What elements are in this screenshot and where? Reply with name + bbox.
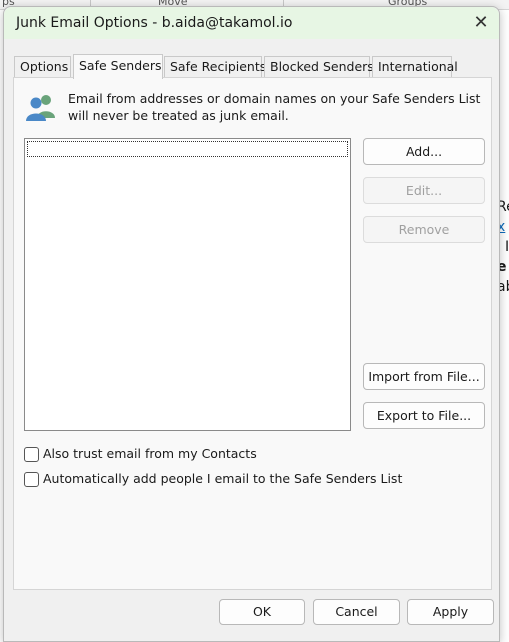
edit-button[interactable]: Edit... — [363, 177, 485, 204]
auto-add-label[interactable]: Automatically add people I email to the … — [43, 471, 402, 486]
tab-safe-recipients[interactable]: Safe Recipients — [164, 56, 266, 78]
safe-senders-list[interactable] — [24, 138, 351, 431]
export-to-file-button[interactable]: Export to File... — [363, 402, 485, 429]
trust-contacts-checkbox[interactable] — [24, 447, 39, 462]
add-button[interactable]: Add... — [363, 138, 485, 165]
reading-pane-text: I — [505, 239, 509, 255]
tab-options[interactable]: Options — [14, 56, 71, 78]
tab-international[interactable]: International — [372, 56, 458, 78]
description-text: Email from addresses or domain names on … — [68, 91, 481, 123]
title-bar[interactable]: Junk Email Options - b.aida@takamol.io ✕ — [4, 7, 499, 39]
trust-contacts-label[interactable]: Also trust email from my Contacts — [43, 446, 257, 461]
dialog-title: Junk Email Options - b.aida@takamol.io — [16, 15, 293, 31]
import-from-file-button[interactable]: Import from File... — [363, 363, 485, 390]
tab-blocked-senders[interactable]: Blocked Senders — [264, 56, 374, 78]
cancel-button[interactable]: Cancel — [313, 599, 400, 625]
safe-senders-panel: Email from addresses or domain names on … — [13, 77, 492, 590]
people-icon — [26, 95, 55, 121]
auto-add-checkbox[interactable] — [24, 472, 39, 487]
ok-button[interactable]: OK — [219, 599, 305, 625]
junk-email-options-dialog: Junk Email Options - b.aida@takamol.io ✕… — [3, 6, 500, 642]
apply-button[interactable]: Apply — [407, 599, 494, 625]
remove-button[interactable]: Remove — [363, 216, 485, 243]
close-icon[interactable]: ✕ — [467, 10, 495, 36]
list-focus-row[interactable] — [27, 141, 348, 157]
tab-safe-senders[interactable]: Safe Senders — [73, 54, 163, 79]
